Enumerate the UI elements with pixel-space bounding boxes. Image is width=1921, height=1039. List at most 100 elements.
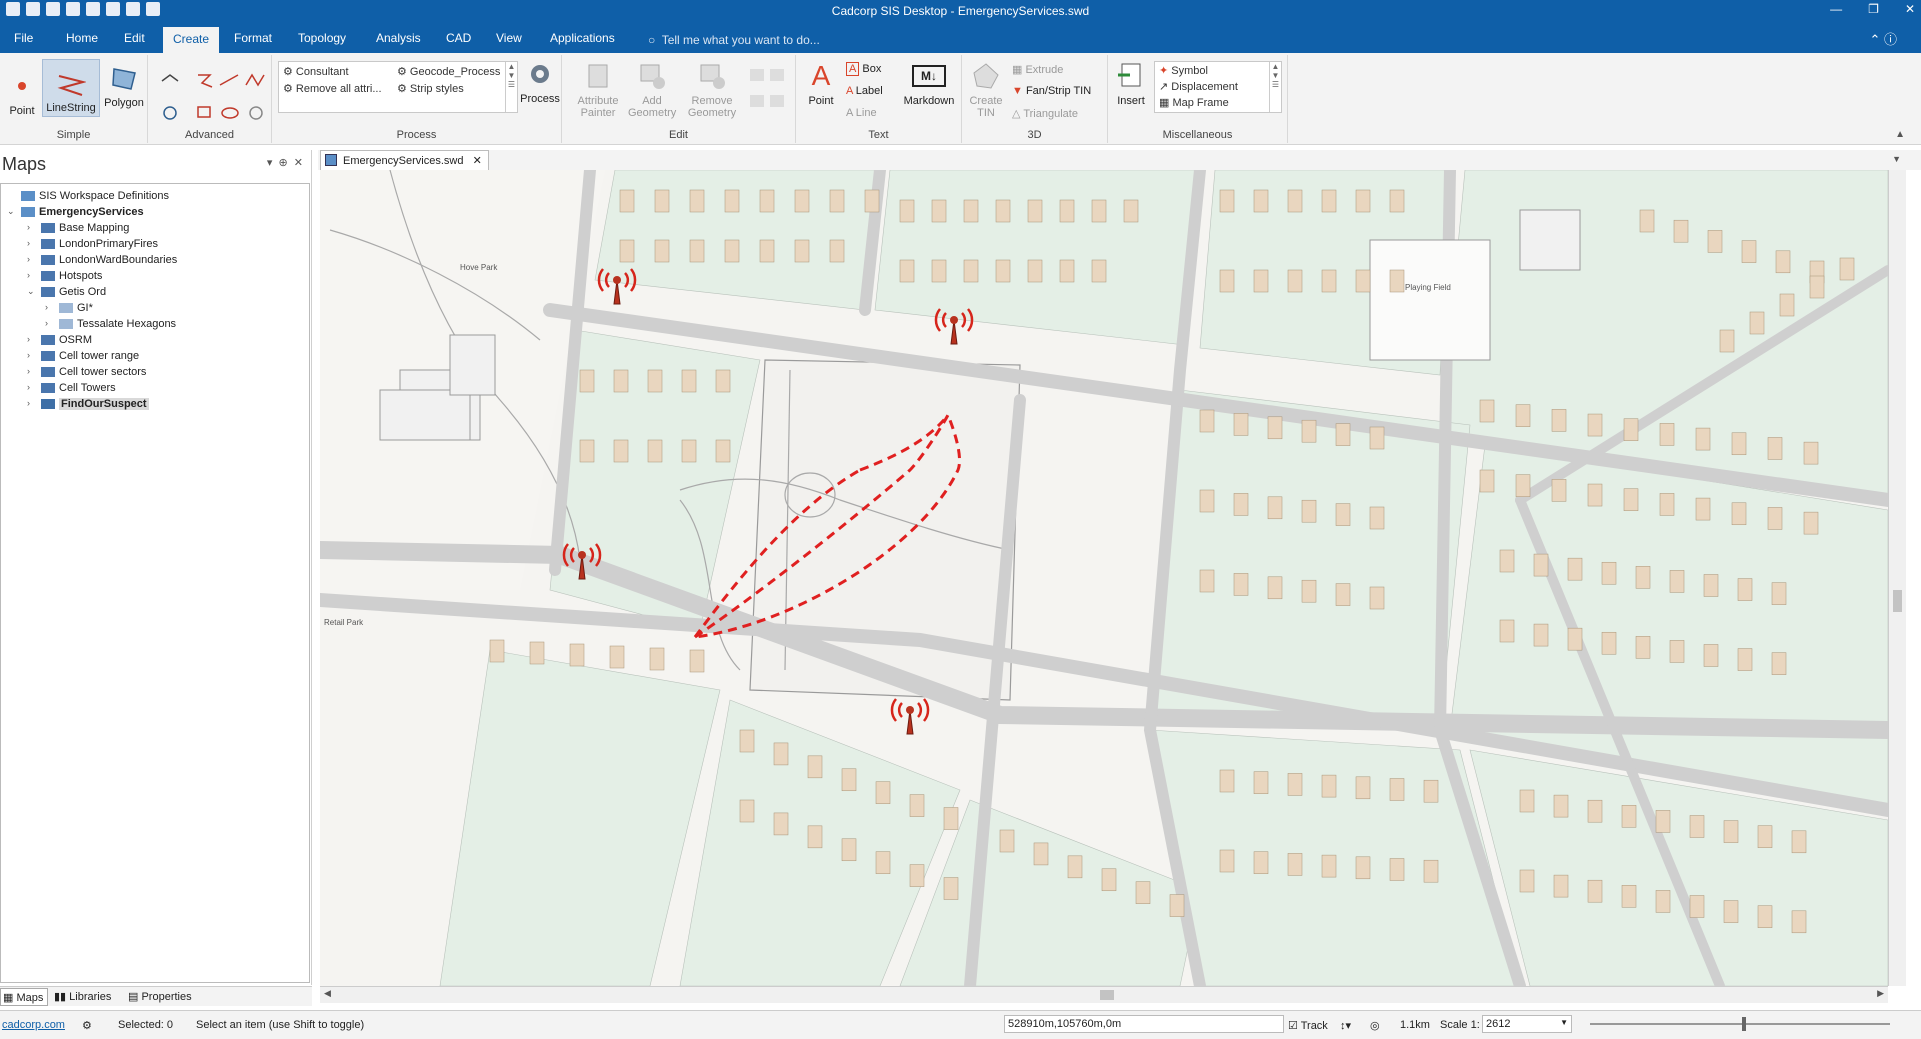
- building: [1519, 789, 1535, 813]
- zoom-slider[interactable]: [1590, 1023, 1890, 1025]
- building: [1287, 773, 1303, 796]
- expand-toggle-icon[interactable]: ›: [27, 238, 37, 248]
- tree-item-label: Getis Ord: [59, 286, 107, 298]
- point-button[interactable]: Point: [6, 71, 38, 117]
- gallery-item-symbol[interactable]: ✦ Symbol: [1159, 64, 1208, 77]
- document-tab-emergencyservices[interactable]: EmergencyServices.swd ✕: [320, 150, 489, 170]
- gallery-item-map-frame[interactable]: ▦ Map Frame: [1159, 96, 1229, 109]
- building: [689, 239, 705, 263]
- building: [1101, 868, 1117, 892]
- restore-icon[interactable]: ❐: [1868, 2, 1879, 16]
- panel-controls[interactable]: ▾ ⊕ ✕: [267, 156, 303, 169]
- tab-topology[interactable]: Topology: [298, 31, 346, 45]
- map-view[interactable]: Hove Park Playing Field Retail Park: [320, 170, 1888, 986]
- coordinates-field[interactable]: 528910m,105760m,0m: [1004, 1015, 1284, 1033]
- track-checkbox[interactable]: ☑ Track: [1288, 1019, 1328, 1032]
- remove-geometry-button[interactable]: Remove Geometry: [684, 61, 740, 119]
- gallery-item-consultant[interactable]: ⚙ Consultant: [283, 65, 349, 78]
- tell-me-search[interactable]: ○ Tell me what you want to do...: [648, 33, 820, 47]
- tab-view[interactable]: View: [496, 31, 522, 45]
- scroll-right-icon[interactable]: ▶: [1877, 988, 1884, 999]
- building: [1027, 259, 1043, 283]
- tab-create[interactable]: Create: [163, 27, 220, 53]
- vertical-scroll-thumb[interactable]: [1893, 590, 1902, 612]
- expand-toggle-icon[interactable]: ›: [27, 366, 37, 376]
- tab-applications[interactable]: Applications: [550, 31, 615, 45]
- expand-toggle-icon[interactable]: ›: [45, 318, 55, 328]
- expand-toggle-icon[interactable]: ›: [27, 334, 37, 344]
- expand-toggle-icon[interactable]: ›: [27, 222, 37, 232]
- misc-gallery[interactable]: ✦ Symbol ↗ Displacement ▦ Map Frame ▲ ▼ ☰: [1154, 61, 1282, 113]
- scroll-left-icon[interactable]: ◀: [324, 988, 331, 999]
- misc-gallery-scroll[interactable]: ▲ ▼ ☰: [1269, 62, 1281, 112]
- building: [841, 768, 857, 792]
- tab-maps[interactable]: ▦ Maps: [0, 988, 49, 1006]
- add-geometry-button[interactable]: Add Geometry: [628, 61, 676, 119]
- tab-edit[interactable]: Edit: [124, 31, 145, 45]
- minimize-icon[interactable]: —: [1830, 2, 1842, 16]
- status-settings-icon[interactable]: ⚙: [82, 1019, 92, 1032]
- tab-libraries[interactable]: ▮▮ Libraries: [54, 990, 111, 1003]
- process-button[interactable]: Process: [520, 59, 560, 105]
- scale-dropdown-icon[interactable]: ▼: [1560, 1018, 1568, 1027]
- tab-cad[interactable]: CAD: [446, 31, 471, 45]
- expand-toggle-icon[interactable]: ›: [27, 350, 37, 360]
- text-label-button[interactable]: A Label: [846, 85, 883, 97]
- gallery-item-strip-styles[interactable]: ⚙ Strip styles: [397, 82, 464, 95]
- building: [609, 645, 625, 669]
- gallery-item-displacement[interactable]: ↗ Displacement: [1159, 80, 1238, 93]
- text-box-button[interactable]: A Box: [846, 62, 881, 76]
- ribbon-collapse-icon[interactable]: ▲: [1895, 129, 1905, 140]
- tab-home[interactable]: Home: [66, 31, 98, 45]
- tab-file[interactable]: File: [14, 31, 33, 45]
- building: [841, 838, 857, 862]
- building: [995, 199, 1011, 223]
- help-icon[interactable]: ⌃ ⓘ: [1869, 29, 1897, 48]
- create-tin-button[interactable]: Create TIN: [966, 61, 1006, 119]
- insert-button[interactable]: Insert: [1114, 61, 1148, 107]
- text-point-button[interactable]: A Point: [804, 61, 838, 108]
- advanced-shape-icons[interactable]: [148, 63, 272, 133]
- attribute-painter-button[interactable]: Attribute Painter: [574, 61, 622, 119]
- edit-small-icons[interactable]: [748, 65, 788, 125]
- snap-icon[interactable]: ↕▾: [1340, 1019, 1351, 1032]
- extrude-button[interactable]: ▦ Extrude: [1012, 63, 1063, 76]
- fan-strip-tin-button[interactable]: ▼ Fan/Strip TIN: [1012, 85, 1091, 97]
- vertical-scrollbar[interactable]: [1888, 170, 1906, 986]
- building: [963, 259, 979, 283]
- expand-toggle-icon[interactable]: ›: [27, 270, 37, 280]
- building: [1731, 502, 1747, 526]
- expand-toggle-icon[interactable]: ⌄: [7, 206, 17, 216]
- building: [1301, 579, 1317, 603]
- gallery-item-geocode[interactable]: ⚙ Geocode_Process: [397, 65, 500, 78]
- tab-list-icon[interactable]: ▼: [1892, 154, 1901, 164]
- expand-toggle-icon[interactable]: ›: [27, 398, 37, 408]
- text-box-icon: A: [846, 62, 860, 76]
- linestring-button[interactable]: LineString: [42, 59, 100, 117]
- tab-analysis[interactable]: Analysis: [376, 31, 421, 45]
- gallery-scroll[interactable]: ▲ ▼ ☰: [505, 62, 517, 112]
- tab-properties[interactable]: ▤ Properties: [128, 990, 192, 1003]
- text-line-button[interactable]: A Line: [846, 107, 877, 119]
- polygon-icon: [109, 63, 139, 93]
- gallery-item-remove-attributes[interactable]: ⚙ Remove all attri...: [283, 82, 382, 95]
- expand-toggle-icon[interactable]: ⌄: [27, 286, 37, 296]
- zoom-slider-thumb[interactable]: [1742, 1017, 1746, 1031]
- cadcorp-link[interactable]: cadcorp.com: [2, 1019, 65, 1031]
- close-tab-icon[interactable]: ✕: [473, 155, 482, 167]
- markdown-button[interactable]: M↓ Markdown: [900, 65, 958, 107]
- horizontal-scroll-thumb[interactable]: [1100, 990, 1114, 1000]
- close-icon[interactable]: ✕: [1905, 2, 1915, 16]
- scale-input[interactable]: 2612 ▼: [1482, 1015, 1572, 1033]
- building: [1355, 776, 1371, 800]
- expand-toggle-icon[interactable]: ›: [27, 254, 37, 264]
- triangulate-button[interactable]: △ Triangulate: [1012, 107, 1078, 120]
- globe-icon[interactable]: ◎: [1370, 1019, 1380, 1032]
- polygon-button[interactable]: Polygon: [102, 63, 146, 109]
- horizontal-scrollbar[interactable]: ◀ ▶: [320, 986, 1888, 1003]
- expand-toggle-icon[interactable]: ›: [45, 302, 55, 312]
- process-gallery[interactable]: ⚙ Consultant ⚙ Remove all attri... ⚙ Geo…: [278, 61, 518, 113]
- expand-toggle-icon[interactable]: ›: [27, 382, 37, 392]
- group-text: A Point A Box A Label A Line M↓ Markdown…: [796, 55, 962, 143]
- tab-format[interactable]: Format: [234, 31, 272, 45]
